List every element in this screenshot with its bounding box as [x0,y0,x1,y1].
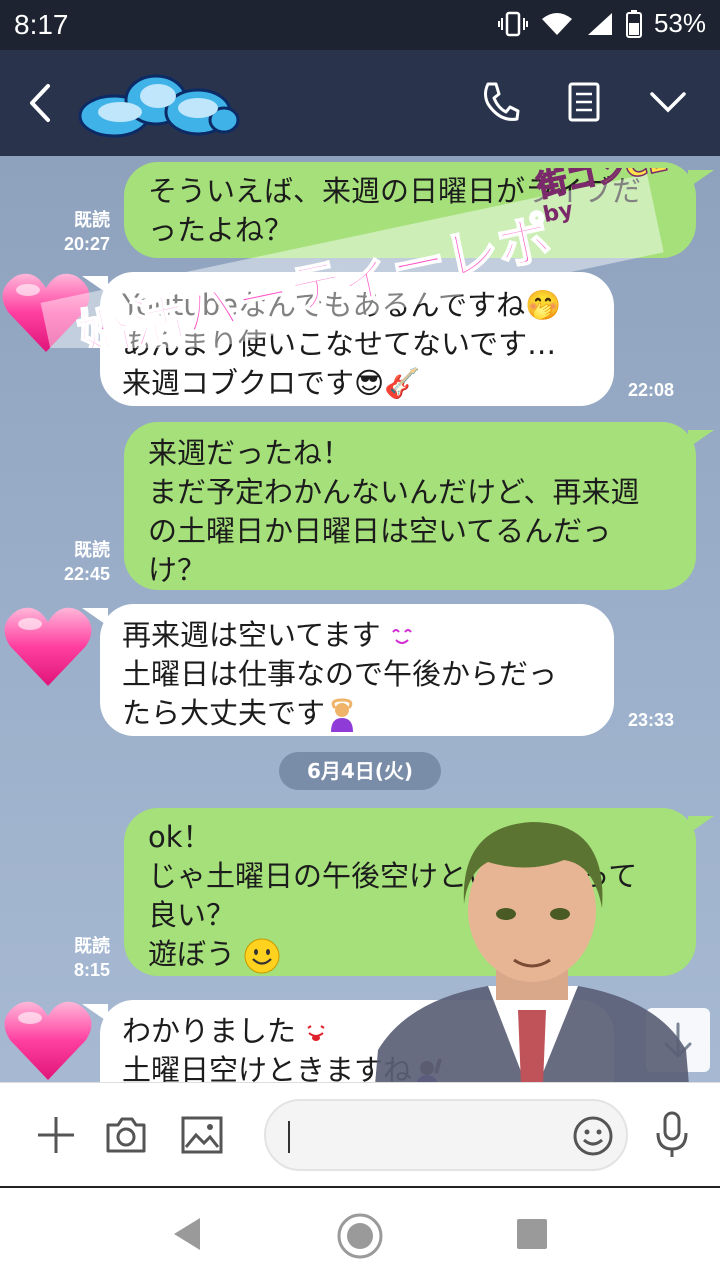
wifi-icon [541,12,572,35]
chevron-down-icon[interactable] [650,90,686,114]
status-bar: 8:17 53% [0,0,720,50]
back-icon[interactable] [22,82,58,124]
read-receipt: 既読 [74,210,110,230]
emoji-icon[interactable] [572,1115,614,1157]
cloud-logo [78,74,240,138]
blush-face-icon [392,629,412,644]
message-meta: 既読 22:45 [40,538,110,586]
contact-avatar[interactable] [2,994,94,1082]
text-caret [288,1121,290,1153]
plus-icon[interactable] [34,1113,78,1157]
note-icon[interactable] [568,82,600,122]
message-bubble-outgoing[interactable]: 来週だったね！ まだ予定わかんないんだけど、再来週 の土曜日か日曜日は空いてるん… [124,422,696,590]
date-divider: 6月4日(火) [279,752,441,790]
message-bubble-incoming[interactable]: 再来週は空いてます 土曜日は仕事なので午後からだっ たら大丈夫です [100,604,614,736]
message-time: 20:27 [63,234,110,254]
bubble-tail [82,608,108,626]
battery-percent: 53% [653,8,706,38]
nav-back-icon[interactable] [170,1216,204,1252]
phone-icon[interactable] [480,80,520,124]
bubble-tail [688,170,714,188]
message-text: 土曜日は仕事なので午後からだっ [122,657,558,691]
bubble-tail [82,1004,108,1022]
bubble-tail [82,276,108,294]
message-text: ったよね？ [148,213,294,247]
signal-icon [587,12,612,35]
bubble-tail [688,430,714,448]
chat-header [0,50,720,156]
message-text: 来週コブクロです😎🎸 [122,366,421,400]
battery-icon [625,9,642,38]
message-text: 来週だったね！ [148,436,352,470]
message-text: け？ [148,553,207,587]
message-input-bar [0,1082,720,1187]
camera-icon[interactable] [104,1115,148,1155]
status-time: 8:17 [14,9,69,40]
contact-avatar[interactable] [2,600,94,692]
ok-gesture-person-icon [331,698,354,732]
message-text: あんまり使いこなせてないです… [122,327,557,361]
vibrate-icon [497,11,528,36]
smiley-icon [244,938,280,974]
read-receipt: 既読 [74,936,110,956]
message-text: わかりました [122,1014,297,1048]
message-time: 8:15 [73,960,110,980]
message-text: Youtubeなんでもあるんですね🤭 [122,288,562,322]
contact-avatar[interactable] [0,266,92,358]
message-text: たら大丈夫です [122,696,326,730]
message-text: 再来週は空いてます [122,618,381,652]
message-time: 22:08 [628,380,675,400]
message-meta: 既読 20:27 [40,208,110,256]
tongue-face-icon [307,1025,325,1041]
microphone-icon[interactable] [654,1111,690,1159]
message-text: まだ予定わかんないんだけど、再来週 [148,475,640,509]
message-bubble-outgoing[interactable]: そういえば、来週の日曜日がライブだ ったよね？ [124,162,696,258]
message-text: 遊ぼう [148,937,236,971]
image-icon[interactable] [180,1115,224,1155]
message-time: 22:45 [63,564,110,584]
message-text: そういえば、来週の日曜日がライブだ [148,174,642,208]
read-receipt: 既読 [74,540,110,560]
message-text: の土曜日か日曜日は空いてるんだっ [148,514,612,548]
nav-home-icon[interactable] [336,1212,384,1260]
message-time: 23:33 [628,710,675,730]
message-bubble-incoming[interactable]: Youtubeなんでもあるんですね🤭 あんまり使いこなせてないです… 来週コブク… [100,272,614,406]
nav-recents-icon[interactable] [516,1218,548,1250]
message-input[interactable] [264,1099,628,1171]
message-meta: 既読 8:15 [40,934,110,982]
system-nav-bar [0,1186,720,1282]
